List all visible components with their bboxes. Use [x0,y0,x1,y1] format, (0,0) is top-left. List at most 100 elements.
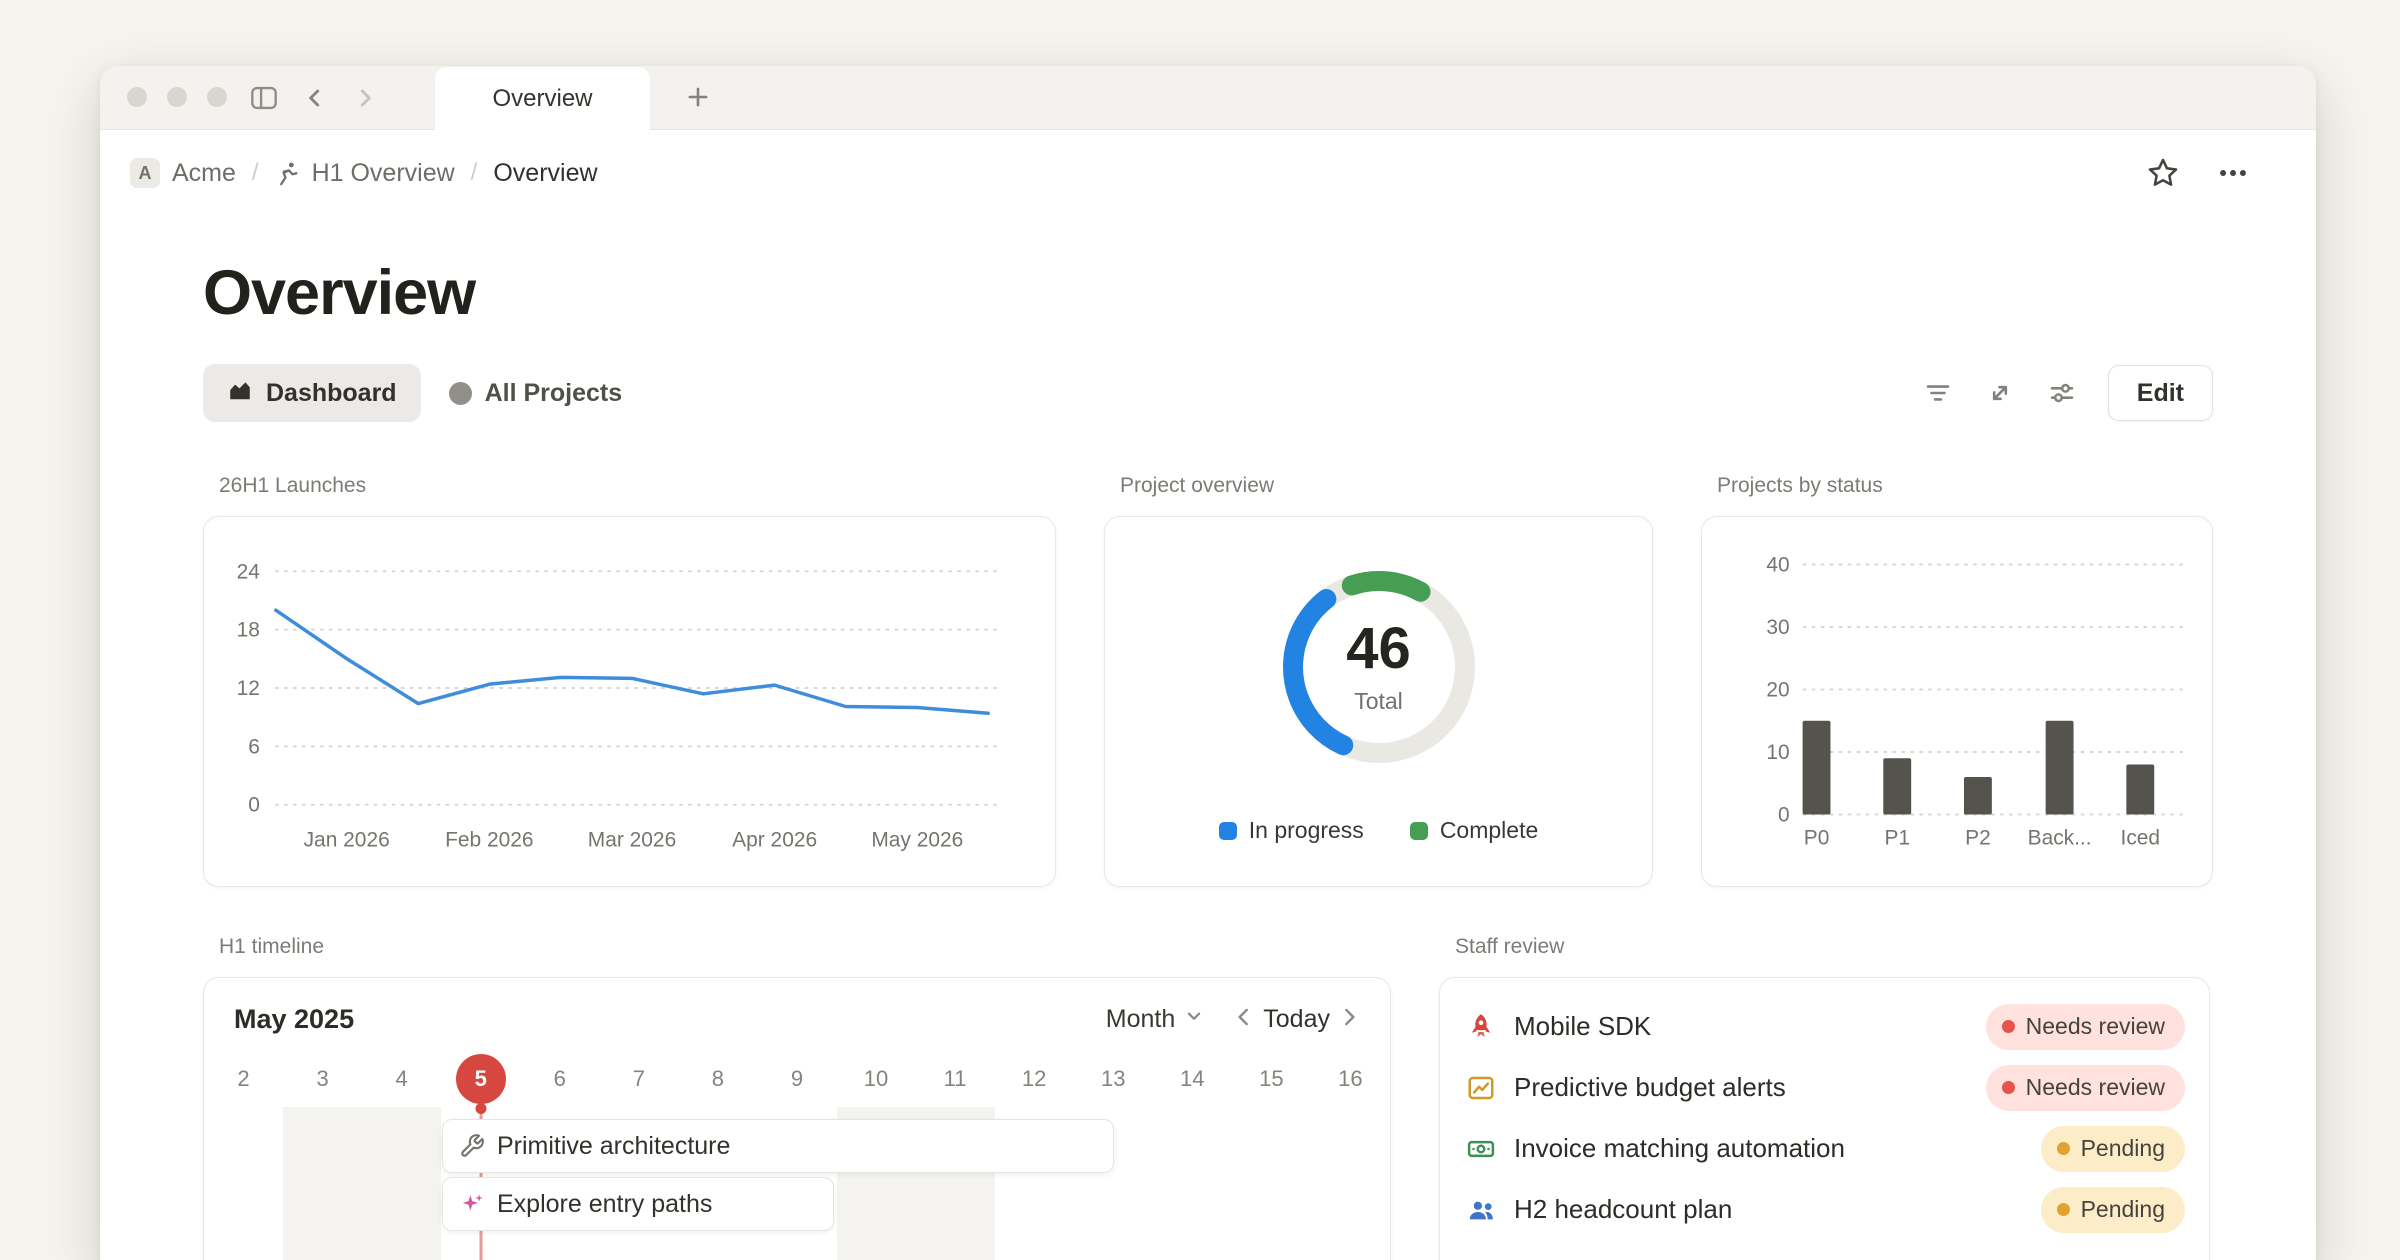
legend-label: In progress [1249,817,1364,844]
timeline-event[interactable]: Primitive architecture [442,1119,1114,1173]
timeline-days-row: 2345678910111213141516 [204,1053,1390,1105]
tab-overview[interactable]: Overview [435,67,650,130]
minimize-window-button[interactable] [167,87,187,107]
project-overview-card: 46 Total In progressComplete [1104,516,1653,887]
staff-item-label: H2 headcount plan [1514,1194,2025,1225]
staff-row[interactable]: Invoice matching automation Pending [1464,1118,2185,1179]
timeline-day-9[interactable]: 9 [757,1066,836,1092]
edit-button[interactable]: Edit [2108,365,2213,421]
timeline-card-title: H1 timeline [219,935,1391,959]
timeline-day-15[interactable]: 15 [1232,1066,1311,1092]
expand-icon[interactable] [1986,379,2014,407]
tab-label: Overview [492,85,592,113]
timeline-day-13[interactable]: 13 [1074,1066,1153,1092]
svg-text:24: 24 [237,560,261,583]
by-status-card: 010203040P0P1P2Back...Iced [1701,516,2213,887]
status-badge[interactable]: Needs review [1986,1004,2185,1050]
staff-row[interactable]: Mobile SDK Needs review [1464,996,2185,1057]
breadcrumb-parent-label: H1 Overview [312,159,455,188]
circle-icon [449,382,472,405]
status-label: Pending [2081,1196,2165,1223]
status-dot [2057,1203,2070,1216]
status-badge[interactable]: Pending [2041,1187,2185,1233]
staff-rows: Mobile SDKNeeds reviewPredictive budget … [1464,996,2185,1240]
timeline-day-11[interactable]: 11 [916,1066,995,1092]
timeline-prev-icon[interactable] [1231,1004,1257,1035]
breadcrumb-separator: / [471,159,478,187]
staff-item-label: Mobile SDK [1514,1011,1970,1042]
chevron-down-icon [1183,1005,1205,1034]
svg-text:P0: P0 [1804,827,1830,850]
sidebar-toggle-icon[interactable] [250,85,278,111]
svg-text:18: 18 [237,619,260,642]
tab-dashboard-label: Dashboard [266,379,397,408]
legend-label: Complete [1440,817,1538,844]
timeline-day-14[interactable]: 14 [1153,1066,1232,1092]
svg-text:10: 10 [1766,741,1789,764]
svg-text:12: 12 [237,677,260,700]
staff-row[interactable]: Predictive budget alerts Needs review [1464,1057,2185,1118]
svg-text:Feb 2026: Feb 2026 [445,829,533,852]
workspace-avatar[interactable]: A [130,158,160,188]
svg-text:May 2026: May 2026 [871,829,963,852]
timeline-day-5[interactable]: 5 [441,1054,520,1104]
svg-text:Mar 2026: Mar 2026 [588,829,676,852]
status-label: Needs review [2026,1074,2165,1101]
timeline-day-6[interactable]: 6 [520,1066,599,1092]
timeline-grid: Primitive architecture Explore entry path… [204,1107,1390,1260]
page-title: Overview [203,260,2213,326]
weekend-shading [362,1107,441,1260]
tab-dashboard[interactable]: Dashboard [203,364,421,422]
timeline-day-8[interactable]: 8 [678,1066,757,1092]
status-label: Needs review [2026,1013,2165,1040]
svg-text:40: 40 [1766,554,1789,577]
window-controls[interactable] [127,87,227,107]
timeline-day-7[interactable]: 7 [599,1066,678,1092]
more-options-icon[interactable] [2216,156,2250,190]
timeline-today-button[interactable]: Today [1263,1005,1330,1034]
status-badge[interactable]: Pending [2041,1126,2185,1172]
launches-card: 06121824Jan 2026Feb 2026Mar 2026Apr 2026… [203,516,1056,887]
timeline-month-label: May 2025 [234,1004,354,1035]
timeline-day-10[interactable]: 10 [837,1066,916,1092]
filter-icon[interactable] [1924,379,1952,407]
legend-swatch [1410,822,1428,840]
svg-text:6: 6 [248,736,260,759]
timeline-day-4[interactable]: 4 [362,1066,441,1092]
event-label: Primitive architecture [497,1132,730,1161]
timeline-day-16[interactable]: 16 [1311,1066,1390,1092]
svg-text:0: 0 [1778,804,1790,827]
today-marker-dot [475,1103,486,1114]
tab-all-projects[interactable]: All Projects [449,379,623,408]
settings-sliders-icon[interactable] [2048,379,2076,407]
breadcrumb-parent[interactable]: H1 Overview [275,159,455,188]
sparkle-icon [459,1191,485,1217]
legend-swatch [1219,822,1237,840]
tab-all-projects-label: All Projects [485,379,623,408]
back-icon[interactable] [302,85,328,111]
breadcrumb-current[interactable]: Overview [493,159,597,188]
forward-icon[interactable] [352,85,378,111]
favorite-star-icon[interactable] [2146,156,2180,190]
zoom-window-button[interactable] [207,87,227,107]
timeline-next-icon[interactable] [1336,1004,1362,1035]
close-window-button[interactable] [127,87,147,107]
timeline-day-3[interactable]: 3 [283,1066,362,1092]
staff-row[interactable]: H2 headcount plan Pending [1464,1179,2185,1240]
timeline-day-2[interactable]: 2 [204,1066,283,1092]
svg-text:20: 20 [1766,679,1789,702]
timeline-view-select[interactable]: Month [1106,1005,1205,1034]
svg-text:Iced: Iced [2121,827,2161,850]
donut-legend: In progress Complete [1105,817,1652,844]
timeline-day-12[interactable]: 12 [995,1066,1074,1092]
status-dot [2057,1142,2070,1155]
staff-item-label: Invoice matching automation [1514,1133,2025,1164]
new-tab-icon[interactable] [685,84,711,115]
timeline-event[interactable]: Explore entry paths [442,1177,834,1231]
status-badge[interactable]: Needs review [1986,1065,2185,1111]
people-icon [1464,1195,1498,1225]
breadcrumb-workspace[interactable]: Acme [172,159,236,188]
staff-item-label: Predictive budget alerts [1514,1072,1970,1103]
app-window: Overview A Acme / H1 Overview / Overview [100,66,2316,1260]
svg-text:Apr 2026: Apr 2026 [732,829,817,852]
